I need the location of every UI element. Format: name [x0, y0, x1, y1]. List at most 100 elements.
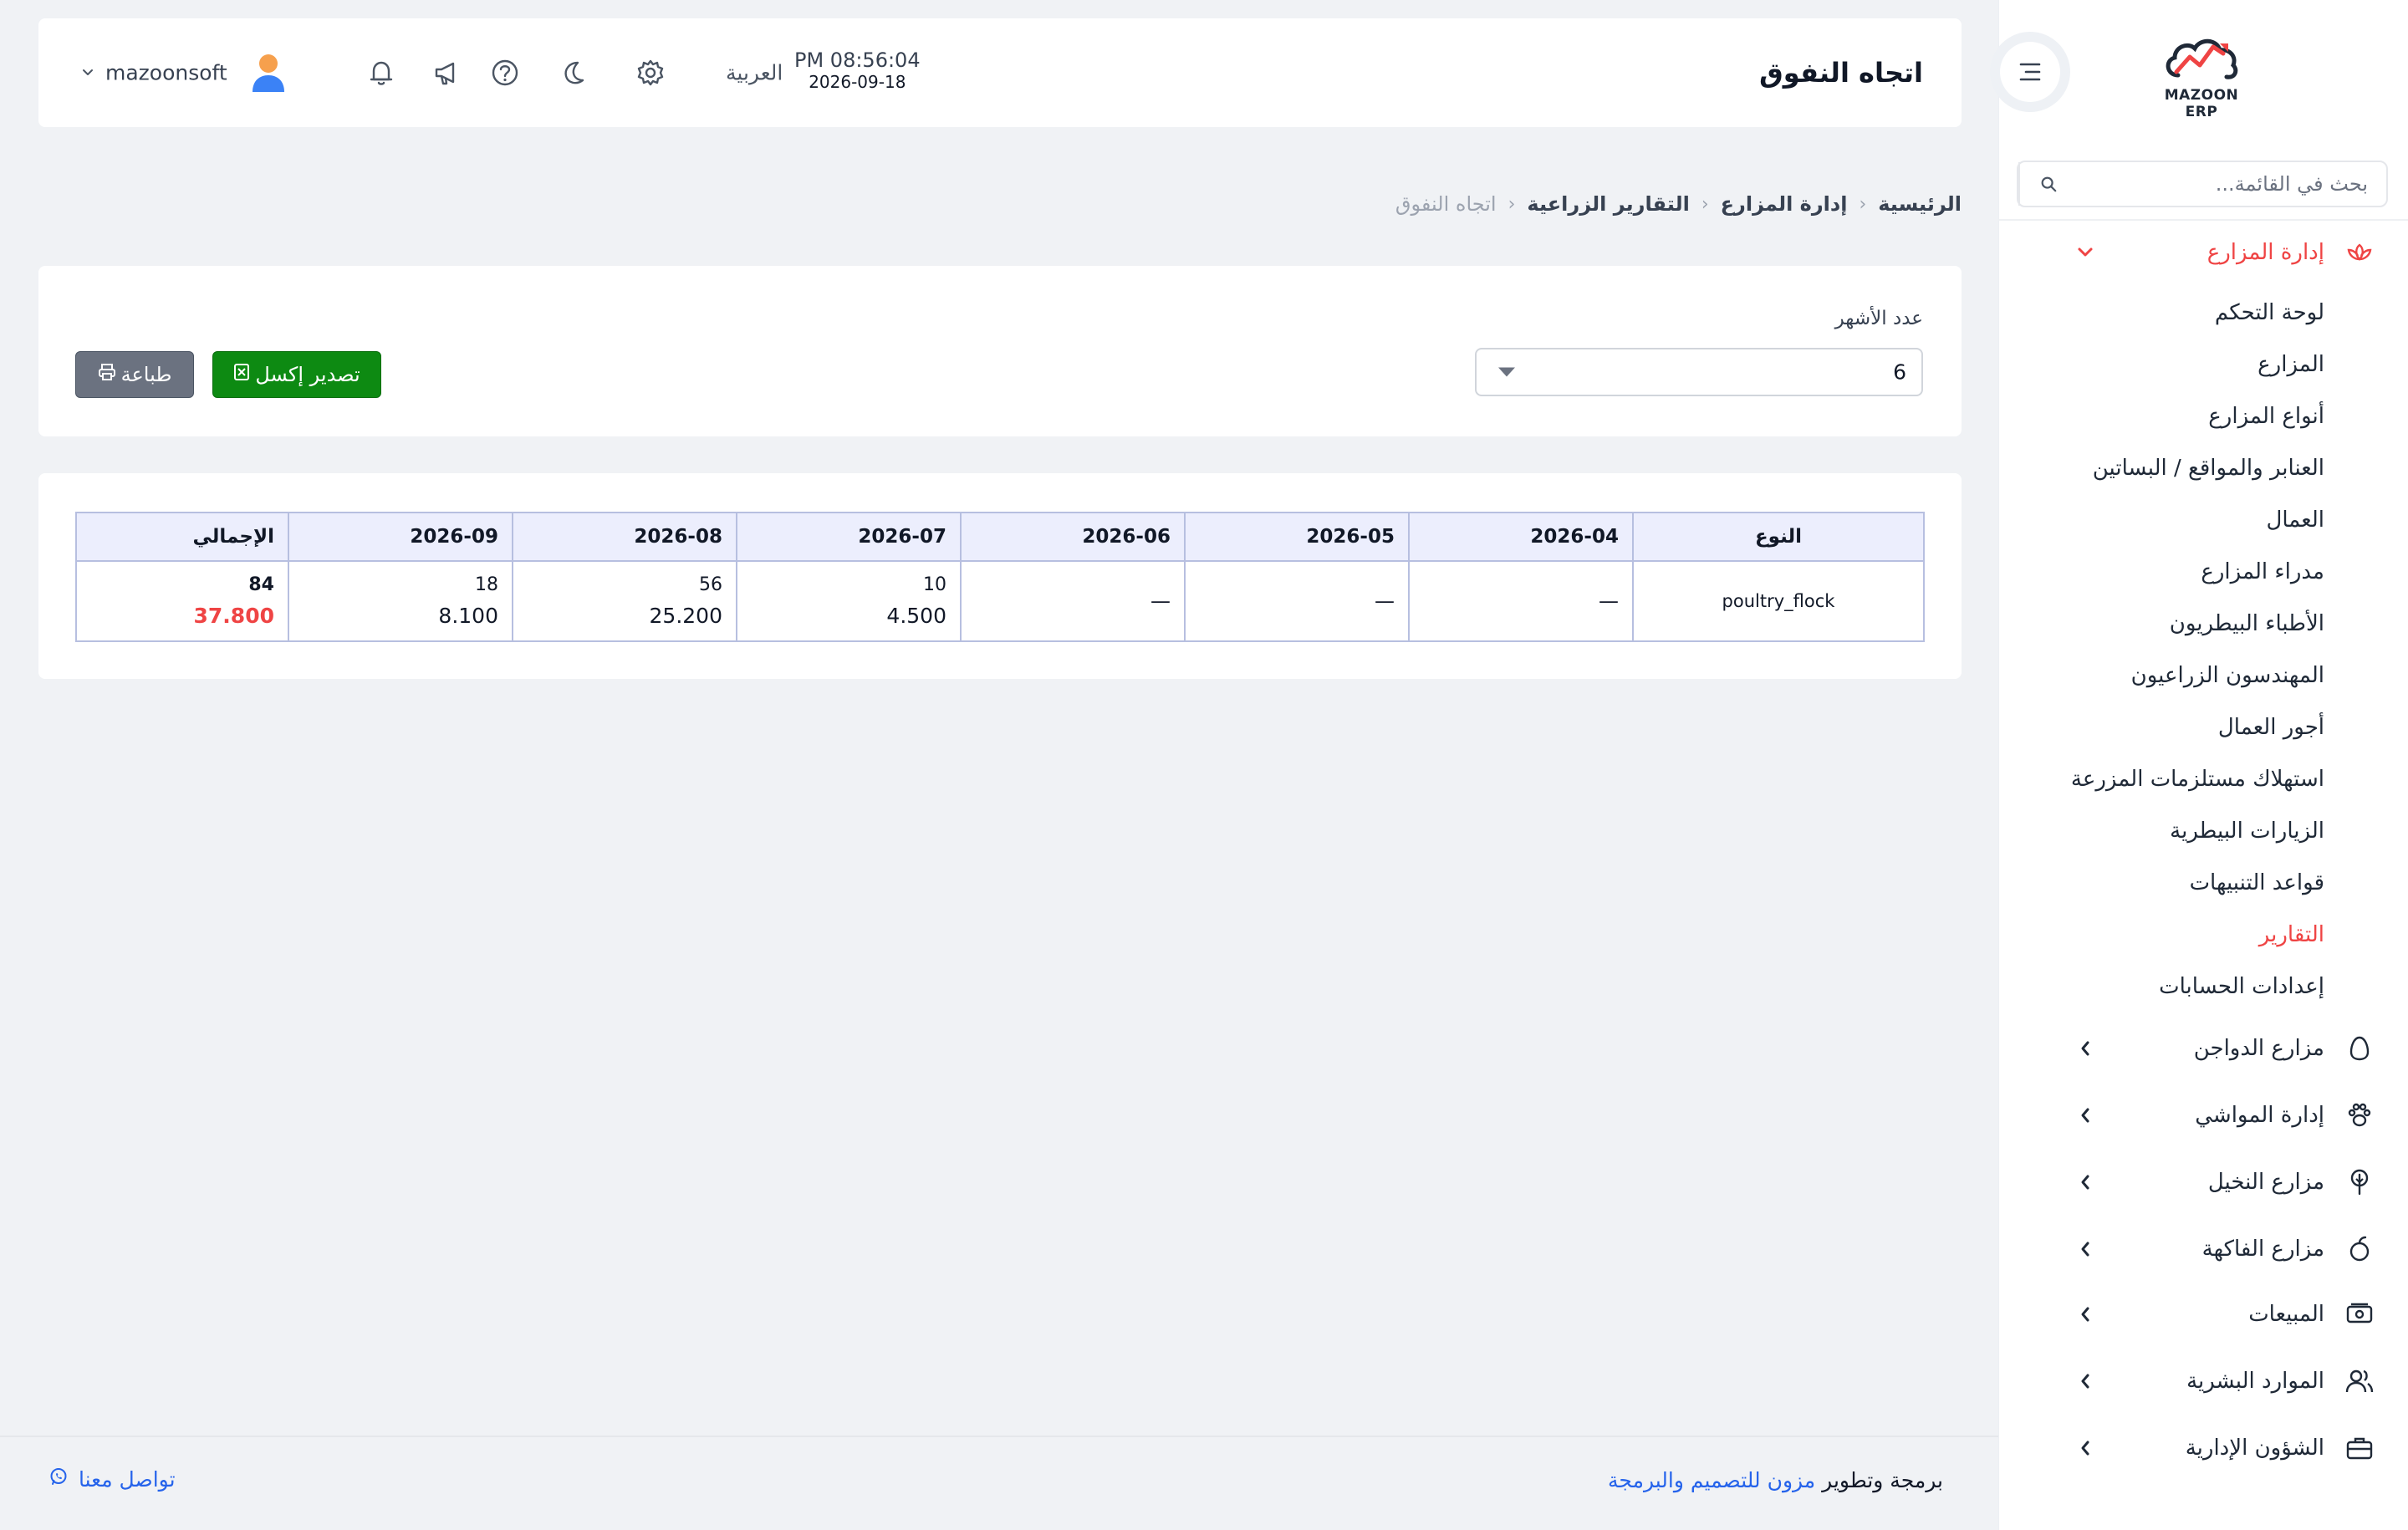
- sidebar-item-agri-engineers[interactable]: المهندسون الزراعيون: [2131, 660, 2324, 691]
- sidebar-group-hr[interactable]: الموارد البشرية: [1998, 1356, 2408, 1406]
- chevron-down-icon[interactable]: [80, 65, 95, 80]
- sidebar-group-label: مزارع الدواجن: [2193, 1036, 2324, 1061]
- moon-icon[interactable]: [554, 54, 591, 91]
- users-icon: [2344, 1366, 2375, 1396]
- search-icon[interactable]: [2018, 162, 2077, 206]
- print-button[interactable]: طباعة: [75, 351, 194, 398]
- excel-file-icon: [233, 363, 250, 386]
- language-switcher[interactable]: العربية: [726, 61, 783, 85]
- breadcrumb: الرئيسية ‹ إدارة المزارع ‹ التقارير الزر…: [1395, 192, 1962, 216]
- column-header-month: 2026-05: [1184, 512, 1410, 562]
- sidebar-item-vets[interactable]: الأطباء البيطريون: [2170, 609, 2324, 639]
- sidebar-group-label: مزارع الفاكهة: [2201, 1237, 2324, 1262]
- empty-value: —: [1599, 589, 1619, 613]
- sidebar-item-worker-wages[interactable]: أجور العمال: [2218, 712, 2324, 742]
- clock-time: PM 08:56:04: [794, 48, 921, 72]
- chevron-left-icon: [2075, 1371, 2095, 1391]
- empty-value: —: [1150, 589, 1171, 613]
- breadcrumb-agri-reports[interactable]: التقارير الزراعية: [1527, 192, 1689, 216]
- user-menu-name[interactable]: mazoonsoft: [105, 61, 227, 85]
- months-count-value: 6: [1893, 360, 1906, 385]
- cell-amount: 4.500: [886, 604, 946, 628]
- cell-quantity: 10: [923, 574, 946, 595]
- chevron-left-icon: [2075, 1038, 2095, 1058]
- breadcrumb-current: اتجاه النفوق: [1395, 192, 1497, 216]
- sidebar-search-input[interactable]: [2077, 162, 2386, 206]
- breadcrumb-separator: ‹: [1508, 193, 1516, 215]
- help-icon[interactable]: [487, 54, 523, 91]
- chevron-left-icon: [2075, 1105, 2095, 1125]
- user-avatar-icon[interactable]: [246, 50, 291, 95]
- megaphone-icon[interactable]: [428, 54, 465, 91]
- total-quantity: 84: [248, 574, 274, 595]
- sidebar-item-farms[interactable]: المزارع: [2258, 349, 2324, 380]
- column-header-total: الإجمالي: [75, 512, 289, 562]
- cell-total: 84 37.800: [75, 560, 289, 642]
- sidebar-item-vet-visits[interactable]: الزيارات البيطرية: [2170, 816, 2324, 846]
- cell-values: 18 8.100: [303, 574, 498, 628]
- cell-month: —: [1408, 560, 1634, 642]
- cell-quantity: 18: [475, 574, 498, 595]
- settings-icon[interactable]: [632, 54, 669, 91]
- apple-icon: [2344, 1234, 2375, 1264]
- sidebar-item-farm-types[interactable]: أنواع المزارع: [2208, 401, 2324, 431]
- sidebar-item-dashboard[interactable]: لوحة التحكم: [2215, 298, 2324, 328]
- contact-us-link[interactable]: تواصل معنا: [48, 1466, 176, 1492]
- header-clock: PM 08:56:04 2026-09-18: [794, 48, 921, 92]
- sidebar-group-label: إدارة المواشي: [2195, 1103, 2324, 1128]
- sidebar-group-sales[interactable]: المبيعات: [1998, 1289, 2408, 1339]
- logo-cloud-icon: [2166, 38, 2238, 79]
- sidebar-item-account-settings[interactable]: إعدادات الحسابات: [2159, 972, 2324, 1002]
- print-label: طباعة: [120, 363, 172, 386]
- sidebar-group-fruit-farms[interactable]: مزارع الفاكهة: [1998, 1224, 2408, 1274]
- sidebar-item-workers[interactable]: العمال: [2266, 505, 2324, 535]
- mortality-trend-card: النوع 2026-04 2026-05 2026-06 2026-07 20…: [38, 473, 1962, 679]
- whatsapp-icon: [48, 1466, 69, 1492]
- chevron-left-icon: [2075, 1239, 2095, 1259]
- sidebar-group-label: المبيعات: [2248, 1302, 2324, 1327]
- clock-date: 2026-09-18: [809, 72, 906, 92]
- sidebar-item-alert-rules[interactable]: قواعد التنبيهات: [2190, 868, 2324, 898]
- chevron-left-icon: [2075, 1304, 2095, 1324]
- sidebar-toggle-button[interactable]: [1990, 32, 2070, 112]
- cell-quantity: 56: [699, 574, 722, 595]
- breadcrumb-separator: ‹: [1701, 193, 1709, 215]
- months-count-select[interactable]: 6: [1475, 348, 1923, 396]
- sidebar-item-reports[interactable]: التقارير: [2259, 920, 2324, 950]
- cell-values: 56 25.200: [527, 574, 722, 628]
- app-logo[interactable]: MAZOON ERP: [2147, 32, 2256, 120]
- sidebar-group-label: الموارد البشرية: [2186, 1369, 2324, 1394]
- footer-credit-prefix: برمجة وتطوير: [1822, 1468, 1943, 1492]
- briefcase-icon: [2344, 1433, 2375, 1463]
- cell-values: 84 37.800: [90, 574, 274, 628]
- cell-amount: 8.100: [438, 604, 498, 628]
- column-header-month: 2026-09: [288, 512, 513, 562]
- footer-company-link[interactable]: مزون للتصميم والبرمجة: [1608, 1468, 1815, 1492]
- footer-divider: [0, 1436, 1998, 1437]
- sidebar-group-label: إدارة المزارع: [2206, 240, 2324, 265]
- export-excel-label: تصدير إكسل: [255, 363, 360, 386]
- sidebar-group-livestock[interactable]: إدارة المواشي: [1998, 1090, 2408, 1140]
- sidebar-item-sheds-sites[interactable]: العنابر والمواقع / البساتين: [2093, 453, 2324, 483]
- cell-month: 10 4.500: [736, 560, 962, 642]
- cell-month: —: [1184, 560, 1410, 642]
- sidebar-item-farm-managers[interactable]: مدراء المزارع: [2201, 557, 2324, 587]
- sidebar-group-farms-management[interactable]: إدارة المزارع: [1998, 227, 2408, 278]
- total-amount: 37.800: [193, 604, 274, 628]
- breadcrumb-home[interactable]: الرئيسية: [1878, 192, 1962, 216]
- egg-icon: [2344, 1033, 2375, 1063]
- export-excel-button[interactable]: تصدير إكسل: [212, 351, 381, 398]
- bell-icon[interactable]: [363, 54, 400, 91]
- sidebar-item-supplies-consumption[interactable]: استهلاك مستلزمات المزرعة: [2071, 764, 2324, 794]
- sidebar-group-admin-affairs[interactable]: الشؤون الإدارية: [1998, 1423, 2408, 1473]
- breadcrumb-farms-management[interactable]: إدارة المزارع: [1721, 192, 1848, 216]
- breadcrumb-separator: ‹: [1859, 193, 1867, 215]
- filter-card: عدد الأشهر 6 تصدير إكسل طباعة: [38, 266, 1962, 436]
- sidebar-group-label: الشؤون الإدارية: [2185, 1436, 2324, 1461]
- column-header-month: 2026-04: [1408, 512, 1634, 562]
- palm-tree-icon: [2344, 1167, 2375, 1197]
- sidebar-group-palm-farms[interactable]: مزارع النخيل: [1998, 1157, 2408, 1207]
- sidebar-group-poultry-farms[interactable]: مزارع الدواجن: [1998, 1023, 2408, 1074]
- chevron-left-icon: [2075, 1172, 2095, 1192]
- footer-credit: برمجة وتطوير مزون للتصميم والبرمجة: [1608, 1468, 1943, 1492]
